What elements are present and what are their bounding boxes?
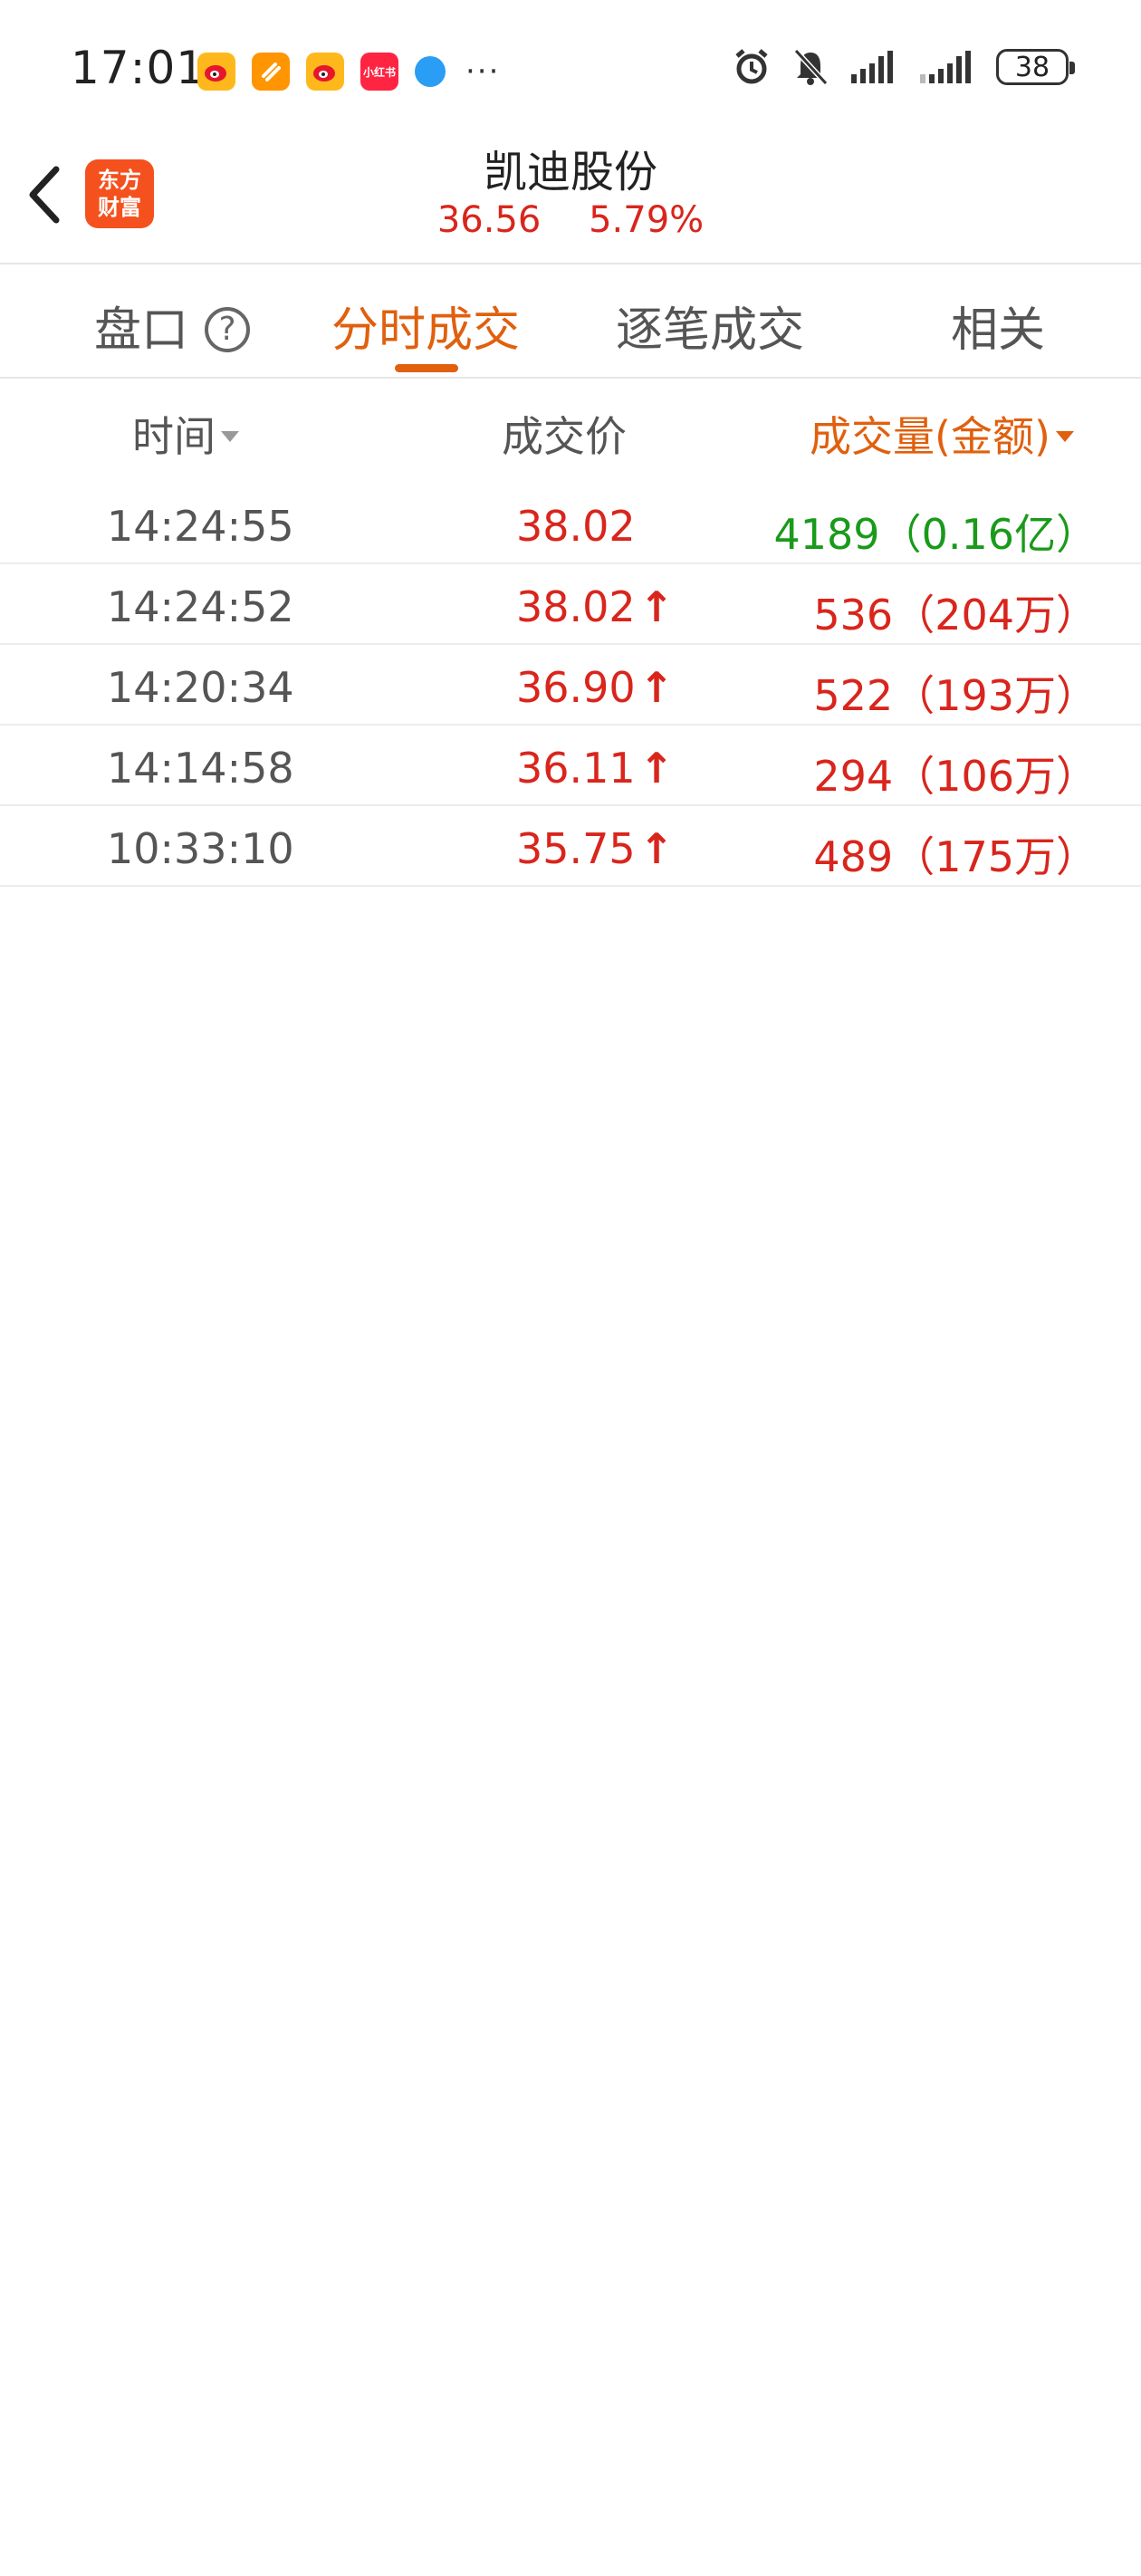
trade-price: 35.75↑ <box>516 824 674 873</box>
trade-list: 14:24:55 38.02 4189（0.16亿） 14:24:52 38.0… <box>0 484 1141 887</box>
tab-label: 分时成交 <box>331 303 521 358</box>
tab-order-book[interactable]: 盘口? <box>94 292 251 360</box>
trade-price-value: 35.75 <box>516 824 636 873</box>
active-tab-indicator <box>395 364 458 372</box>
trade-price-value: 36.11 <box>516 744 636 793</box>
app-header: 东方 财富 凯迪股份 36.56 5.79% <box>0 136 1141 263</box>
arrow-up-icon: ↑ <box>638 582 675 631</box>
trade-row: 14:24:52 38.02↑ 536（204万） <box>0 564 1141 645</box>
trade-price: 36.90↑ <box>516 663 674 712</box>
browser-app-icon <box>415 56 446 87</box>
trade-price: 38.02↑ <box>516 582 674 631</box>
signal-2-icon <box>920 51 971 83</box>
trade-volume: 536（204万） <box>813 591 1098 639</box>
stock-name: 凯迪股份 <box>483 147 657 197</box>
status-bar: 17:01 小红书 ··· 38 <box>0 0 1141 136</box>
xiaohongshu-app-icon: 小红书 <box>360 53 398 91</box>
trade-row: 14:24:55 38.02 4189（0.16亿） <box>0 484 1141 564</box>
signal-icon <box>851 51 893 83</box>
arrow-up-icon: ↑ <box>638 744 675 793</box>
trade-price: 36.11↑ <box>516 744 674 793</box>
trade-time: 14:24:52 <box>107 582 294 631</box>
trade-price-value: 38.02 <box>516 582 636 631</box>
trade-time: 14:20:34 <box>107 663 294 712</box>
trade-volume: 522（193万） <box>813 671 1098 720</box>
tab-label: 逐笔成交 <box>616 303 805 358</box>
tab-tick-by-tick[interactable]: 逐笔成交 <box>616 292 804 360</box>
notes-app-icon <box>252 53 290 91</box>
trade-time: 14:24:55 <box>107 502 294 551</box>
trade-row: 14:20:34 36.90↑ 522（193万） <box>0 645 1141 726</box>
sort-down-icon <box>1055 430 1074 442</box>
arrow-up-icon: ↑ <box>638 663 675 712</box>
trade-time: 10:33:10 <box>107 824 294 873</box>
column-header-label: 时间 <box>132 412 216 461</box>
arrow-up-icon: ↑ <box>638 824 675 873</box>
alarm-icon <box>735 49 768 84</box>
column-header-price: 成交价 <box>502 404 627 464</box>
battery-icon: 38 <box>996 49 1075 85</box>
tab-related[interactable]: 相关 <box>951 292 1045 360</box>
more-notifications-icon: ··· <box>465 53 501 90</box>
tab-label: 盘口 <box>94 303 189 358</box>
trade-volume: 489（175万） <box>813 832 1098 881</box>
mute-icon <box>793 48 829 86</box>
stock-price: 36.56 <box>436 199 542 241</box>
column-header-label: 成交价 <box>502 412 627 461</box>
tabs-divider <box>0 377 1141 379</box>
column-header-volume[interactable]: 成交量(金额) <box>810 404 1074 464</box>
trade-price-value: 38.02 <box>516 502 636 551</box>
notification-icons: 小红书 ··· <box>197 53 500 91</box>
trade-price: 38.02 <box>516 502 636 551</box>
help-icon[interactable]: ? <box>205 307 251 352</box>
stock-change-pct: 5.79% <box>589 199 705 241</box>
weibo-app-icon <box>197 53 235 91</box>
trade-row: 14:14:58 36.11↑ 294（106万） <box>0 726 1141 806</box>
weibo-app-icon-2 <box>306 53 344 91</box>
status-time: 17:01 <box>71 42 206 94</box>
system-icons: 38 <box>732 47 1075 87</box>
trade-price-value: 36.90 <box>516 663 636 712</box>
column-header-time[interactable]: 时间 <box>132 404 239 464</box>
trade-row: 10:33:10 35.75↑ 489（175万） <box>0 806 1141 887</box>
tab-label: 相关 <box>951 303 1046 358</box>
trade-volume: 4189（0.16亿） <box>773 510 1098 559</box>
trade-time: 14:14:58 <box>107 744 294 793</box>
trade-volume: 294（106万） <box>813 752 1098 801</box>
sort-down-icon <box>221 430 239 442</box>
column-header-label: 成交量(金额) <box>810 412 1050 461</box>
stock-quote: 36.56 5.79% <box>0 199 1141 241</box>
tab-time-sales[interactable]: 分时成交 <box>331 292 520 360</box>
tab-bar: 盘口? 分时成交 逐笔成交 相关 <box>0 264 1141 377</box>
